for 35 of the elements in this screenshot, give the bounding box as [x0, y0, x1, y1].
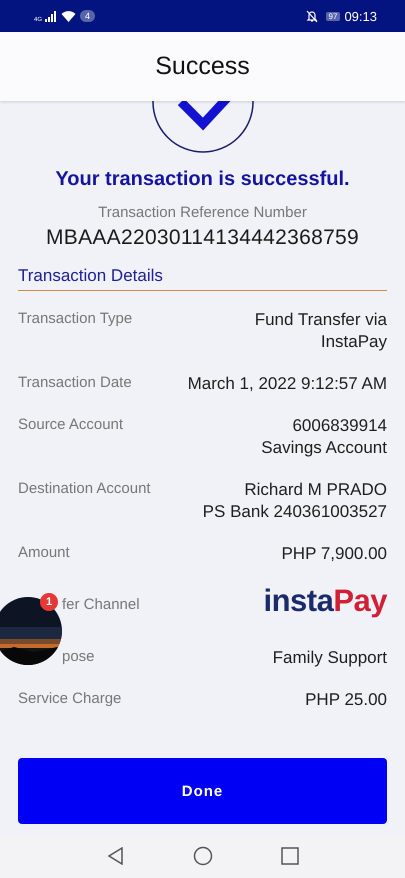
- field-value: Fund Transfer via: [254, 309, 387, 331]
- field-label: pose: [62, 647, 95, 666]
- back-icon[interactable]: [106, 847, 124, 865]
- section-heading: Transaction Details: [18, 266, 164, 286]
- reference-label: Transaction Reference Number: [97, 204, 308, 221]
- notification-count: 4: [80, 10, 96, 22]
- field-value: PHP 7,900.00: [281, 543, 387, 565]
- field-value: Savings Account: [261, 437, 387, 459]
- field-label: fer Channel: [62, 595, 140, 614]
- reference-number: MBAAA22030114134442368759: [44, 226, 360, 250]
- instapay-logo: instaPay: [263, 585, 387, 617]
- wifi-icon: [61, 10, 76, 22]
- field-value: Family Support: [272, 647, 387, 669]
- field-label: Transaction Type: [18, 309, 134, 328]
- field-value: InstaPay: [320, 331, 387, 353]
- field-label: Service Charge: [18, 689, 122, 708]
- clock: 09:13: [344, 8, 377, 24]
- unread-badge: 1: [40, 593, 58, 611]
- muted-bell-icon: [306, 10, 318, 22]
- field-value: PHP 25.00: [305, 689, 387, 711]
- field-label: Amount: [18, 543, 71, 562]
- success-message: Your transaction is successful.: [54, 168, 351, 191]
- field-label: Source Account: [18, 415, 124, 434]
- field-label: Destination Account: [18, 479, 152, 498]
- done-button[interactable]: Done: [18, 758, 387, 824]
- page-title: Success: [155, 52, 250, 81]
- recents-icon[interactable]: [280, 847, 298, 865]
- signal-icon: [43, 10, 58, 22]
- field-label: Transaction Date: [18, 373, 133, 392]
- field-value: Richard M PRADO: [243, 479, 387, 501]
- field-value: 6006839914: [291, 415, 387, 437]
- field-value: March 1, 2022 9:12:57 AM: [188, 373, 387, 395]
- home-icon[interactable]: [192, 846, 212, 866]
- battery-level: 97: [326, 12, 340, 20]
- field-value: PS Bank 240361003527: [202, 501, 387, 523]
